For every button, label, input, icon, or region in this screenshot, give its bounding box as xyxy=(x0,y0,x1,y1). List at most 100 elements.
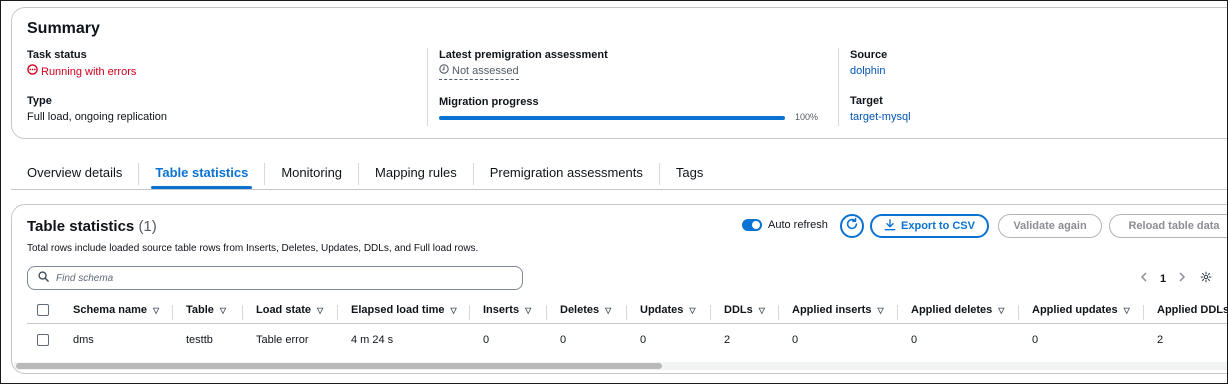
cell-elapsed-load-time: 4 m 24 s xyxy=(351,334,394,346)
table-count: (1) xyxy=(138,218,157,235)
sort-caret-icon: ▽ xyxy=(152,305,160,315)
divider xyxy=(838,48,839,126)
tab-premigration-assessments[interactable]: Premigration assessments xyxy=(474,159,659,187)
tab-tags[interactable]: Tags xyxy=(660,159,719,187)
sort-caret-icon: ▽ xyxy=(317,305,324,315)
source-link[interactable]: dolphin xyxy=(850,64,887,78)
pagination: 1 xyxy=(1140,271,1212,286)
sort-caret-icon: ▽ xyxy=(877,305,884,315)
table-statistics-description: Total rows include loaded source table r… xyxy=(27,243,479,254)
col-header-schema-name[interactable]: Schema name ▽ xyxy=(73,304,159,316)
col-header-applied-deletes[interactable]: Applied deletes ▽ xyxy=(911,304,1004,316)
premigration-block: Latest premigration assessment Not asses… xyxy=(439,48,608,80)
app-frame: Summary Task status Running with errors … xyxy=(0,0,1228,384)
col-header-elapsed-load-time[interactable]: Elapsed load time ▽ xyxy=(351,304,457,316)
type-value: Full load, ongoing replication xyxy=(27,111,168,123)
select-all-checkbox[interactable] xyxy=(37,304,49,316)
migration-progress-percent: 100% xyxy=(795,112,819,122)
task-status-text: Running with errors xyxy=(41,65,137,78)
auto-refresh-label: Auto refresh xyxy=(768,219,828,231)
sort-caret-icon: ▽ xyxy=(605,305,612,315)
reload-table-data-button[interactable]: Reload table data xyxy=(1109,214,1227,238)
export-to-csv-button[interactable]: Export to CSV xyxy=(870,214,989,238)
col-header-table[interactable]: Table ▽ xyxy=(186,304,226,316)
divider xyxy=(427,48,428,126)
col-header-applied-ddls[interactable]: Applied DDLs xyxy=(1157,304,1227,316)
chevron-right-icon[interactable] xyxy=(1178,272,1186,285)
migration-progress-block: Migration progress xyxy=(439,95,539,109)
col-header-inserts[interactable]: Inserts ▽ xyxy=(483,304,531,316)
cell-schema-name: dms xyxy=(73,334,94,346)
premigration-value[interactable]: Not assessed xyxy=(439,64,519,80)
summary-title: Summary xyxy=(27,20,100,37)
chevron-left-icon[interactable] xyxy=(1140,272,1148,285)
type-block: Type Full load, ongoing replication xyxy=(27,94,167,124)
search-icon xyxy=(38,269,49,287)
table-statistics-title: Table statistics (1) xyxy=(27,218,157,235)
sort-caret-icon: ▽ xyxy=(758,305,765,315)
source-block: Source dolphin xyxy=(850,48,887,78)
migration-progress-fill xyxy=(439,116,785,120)
clock-icon xyxy=(439,64,449,78)
premigration-label: Latest premigration assessment xyxy=(439,49,608,61)
sort-caret-icon: ▽ xyxy=(1123,305,1130,315)
status-error-icon xyxy=(27,64,38,79)
premigration-text: Not assessed xyxy=(452,65,519,77)
scrollbar-thumb[interactable] xyxy=(16,363,662,369)
search-box[interactable] xyxy=(27,266,523,290)
col-header-load-state[interactable]: Load state ▽ xyxy=(256,304,323,316)
page-number[interactable]: 1 xyxy=(1160,273,1166,285)
sort-caret-icon: ▽ xyxy=(450,305,457,315)
tabs-underline xyxy=(11,189,1227,190)
cell-table: testtb xyxy=(186,334,213,346)
summary-panel: Summary Task status Running with errors … xyxy=(11,7,1227,139)
cell-ddls: 2 xyxy=(724,334,731,346)
col-header-applied-inserts[interactable]: Applied inserts ▽ xyxy=(792,304,884,316)
table-row[interactable]: dms testtb Table error 4 m 24 s 0 0 0 2 … xyxy=(27,325,1227,355)
type-label: Type xyxy=(27,95,52,107)
cell-inserts: 0 xyxy=(483,334,490,346)
sort-caret-icon: ▽ xyxy=(525,305,532,315)
horizontal-scrollbar[interactable] xyxy=(14,362,1227,370)
col-header-deletes[interactable]: Deletes ▽ xyxy=(560,304,611,316)
migration-progress-label: Migration progress xyxy=(439,96,539,108)
tab-bar: Overview details Table statistics Monito… xyxy=(11,159,719,189)
search-input[interactable] xyxy=(56,272,496,284)
target-block: Target target-mysql xyxy=(850,94,911,124)
validate-again-button[interactable]: Validate again xyxy=(998,214,1102,238)
col-header-updates[interactable]: Updates ▽ xyxy=(640,304,696,316)
row-checkbox[interactable] xyxy=(37,334,49,346)
sort-caret-icon: ▽ xyxy=(219,305,227,315)
target-link[interactable]: target-mysql xyxy=(850,110,911,124)
toggle-switch[interactable] xyxy=(742,219,762,231)
cell-applied-ddls: 2 xyxy=(1157,334,1164,346)
target-label: Target xyxy=(850,95,883,107)
cell-deletes: 0 xyxy=(560,334,567,346)
settings-icon[interactable] xyxy=(1200,271,1212,286)
tab-mapping-rules[interactable]: Mapping rules xyxy=(359,159,473,187)
task-status-value: Running with errors xyxy=(27,64,136,79)
migration-progress-bar xyxy=(439,116,785,120)
task-status-block: Task status Running with errors xyxy=(27,48,136,79)
cell-updates: 0 xyxy=(640,334,647,346)
tab-monitoring[interactable]: Monitoring xyxy=(265,159,358,187)
download-icon xyxy=(884,218,896,234)
sort-caret-icon: ▽ xyxy=(689,305,696,315)
table-header: Schema name ▽ Table ▽ Load state ▽ Elapsed … xyxy=(27,300,1227,324)
cell-applied-deletes: 0 xyxy=(911,334,918,346)
cell-applied-updates: 0 xyxy=(1032,334,1039,346)
sort-caret-icon: ▽ xyxy=(998,305,1005,315)
export-to-csv-label: Export to CSV xyxy=(901,220,975,232)
cell-load-state: Table error xyxy=(256,334,309,346)
tab-overview-details[interactable]: Overview details xyxy=(11,159,138,187)
tab-table-statistics[interactable]: Table statistics xyxy=(139,159,264,189)
cell-applied-inserts: 0 xyxy=(792,334,799,346)
col-header-applied-updates[interactable]: Applied updates ▽ xyxy=(1032,304,1130,316)
task-status-label: Task status xyxy=(27,49,87,61)
auto-refresh-toggle[interactable]: Auto refresh xyxy=(742,219,828,231)
refresh-button[interactable] xyxy=(840,214,864,238)
source-label: Source xyxy=(850,49,888,61)
refresh-icon xyxy=(845,217,859,236)
col-header-ddls[interactable]: DDLs ▽ xyxy=(724,304,765,316)
table-statistics-heading: Table statistics xyxy=(27,218,135,235)
